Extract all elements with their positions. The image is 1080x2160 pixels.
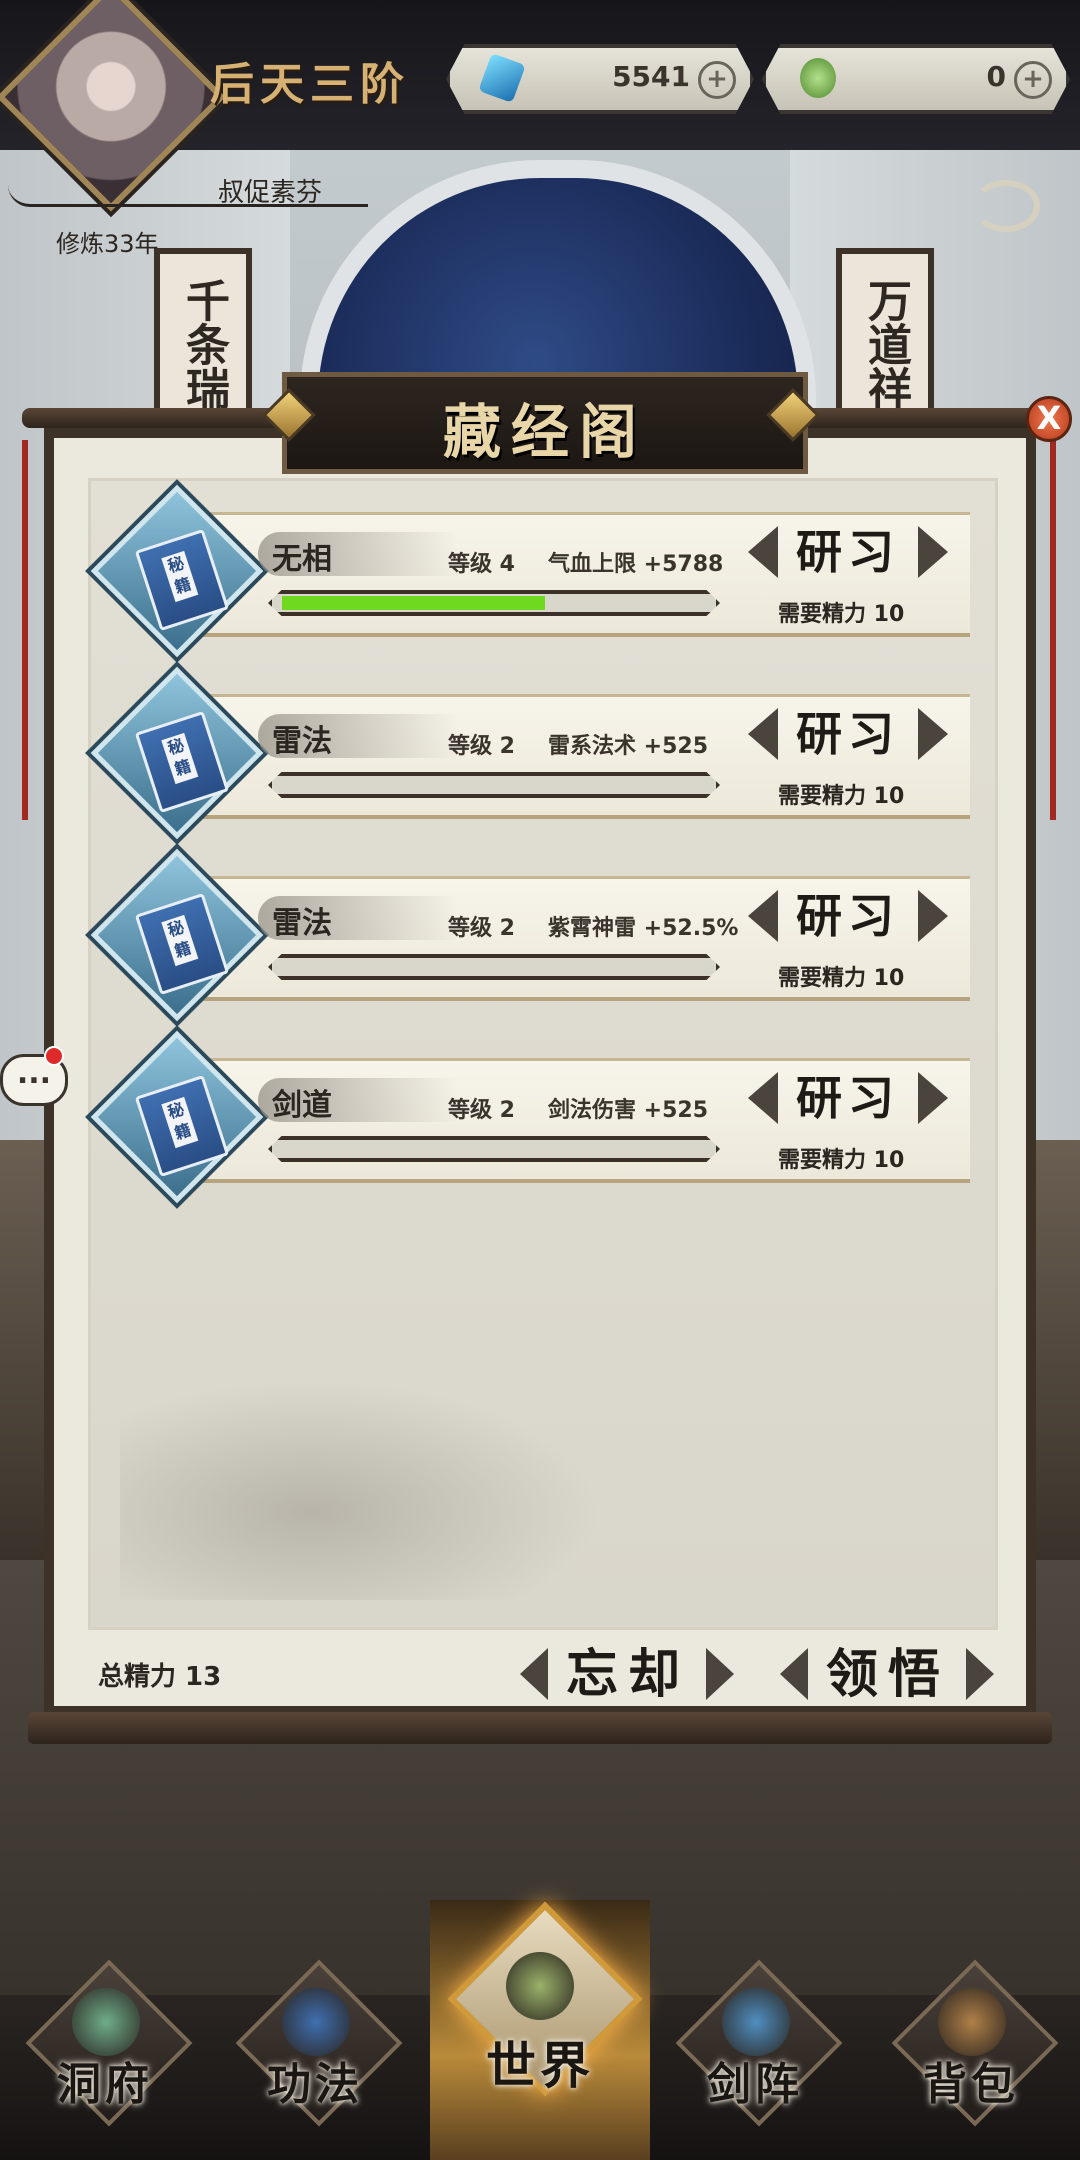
skill-effect: 剑法伤害 +525 bbox=[548, 1098, 709, 1123]
sword-array-icon bbox=[722, 1988, 790, 2056]
skill-progress-bar bbox=[268, 1136, 720, 1162]
book-label: 秘籍 bbox=[161, 732, 199, 785]
banner-right: 万道祥 bbox=[836, 248, 934, 434]
nav-label: 背包 bbox=[923, 2059, 1019, 2110]
skill-progress-fill bbox=[282, 596, 545, 610]
skill-effect: 雷系法术 +525 bbox=[548, 734, 709, 759]
nav-item-sword-array[interactable]: 剑阵 bbox=[660, 1959, 850, 2160]
cave-dwelling-icon bbox=[72, 1988, 140, 2056]
manual-book-icon bbox=[282, 1988, 350, 2056]
book-label: 秘籍 bbox=[161, 914, 199, 967]
scroll-roller-bottom bbox=[28, 1712, 1052, 1744]
jade-counter: 0 + bbox=[762, 44, 1070, 114]
cloud-swirl-icon bbox=[972, 180, 1040, 232]
spirit-stone-counter: 5541 + bbox=[446, 44, 754, 114]
rope-right bbox=[1050, 440, 1056, 820]
skill-effect: 紫霄神雷 +52.5% bbox=[548, 916, 739, 941]
bag-icon bbox=[938, 1988, 1006, 2056]
nav-item-world[interactable]: 世界 bbox=[430, 1900, 650, 2160]
skill-row: 秘籍 雷法 等级 2 紫霄神雷 +52.5% 研习 需要精力 10 bbox=[90, 848, 974, 1022]
skill-level: 等级 4 bbox=[448, 552, 515, 577]
skill-name: 无相 bbox=[272, 542, 332, 577]
study-button[interactable]: 研习 bbox=[746, 524, 950, 580]
add-spirit-stone-button[interactable]: + bbox=[698, 61, 736, 99]
nav-label: 世界 bbox=[486, 2036, 594, 2095]
study-button[interactable]: 研习 bbox=[746, 888, 950, 944]
notification-dot bbox=[44, 1046, 64, 1066]
ink-mountain-decoration bbox=[120, 1380, 600, 1600]
energy-cost: 需要精力 10 bbox=[778, 1148, 905, 1173]
realm-title: 后天三阶 bbox=[210, 59, 410, 110]
skill-name: 雷法 bbox=[272, 906, 332, 941]
skill-row: 秘籍 雷法 等级 2 雷系法术 +525 研习 需要精力 10 bbox=[90, 666, 974, 840]
comprehend-button[interactable]: 领悟 bbox=[778, 1640, 998, 1710]
close-button[interactable]: X bbox=[1026, 396, 1072, 442]
skill-row: 秘籍 剑道 等级 2 剑法伤害 +525 研习 需要精力 10 bbox=[90, 1030, 974, 1204]
study-button[interactable]: 研习 bbox=[746, 1070, 950, 1126]
skill-level: 等级 2 bbox=[448, 1098, 515, 1123]
cultivation-years: 修炼33年 bbox=[56, 230, 159, 258]
book-label: 秘籍 bbox=[161, 550, 199, 603]
forget-button[interactable]: 忘却 bbox=[518, 1640, 738, 1710]
jade-icon bbox=[800, 58, 836, 98]
spirit-stone-value: 5541 bbox=[612, 60, 690, 93]
add-jade-button[interactable]: + bbox=[1014, 61, 1052, 99]
skill-progress-bar bbox=[268, 772, 720, 798]
skill-level: 等级 2 bbox=[448, 916, 515, 941]
panel-title-plaque: 藏经阁 bbox=[282, 372, 808, 474]
skill-name: 剑道 bbox=[272, 1088, 332, 1123]
book-label: 秘籍 bbox=[161, 1096, 199, 1149]
energy-cost: 需要精力 10 bbox=[778, 602, 905, 627]
rope-left bbox=[22, 440, 28, 820]
nav-label: 洞府 bbox=[57, 2059, 153, 2110]
energy-cost: 需要精力 10 bbox=[778, 784, 905, 809]
panel-title: 藏经阁 bbox=[442, 398, 647, 466]
energy-cost: 需要精力 10 bbox=[778, 966, 905, 991]
banner-left: 千条瑞 bbox=[154, 248, 252, 434]
world-map-icon bbox=[506, 1952, 574, 2020]
skill-progress-bar bbox=[268, 954, 720, 980]
nickname: 叔促素芬 bbox=[218, 178, 323, 208]
nav-item-cave[interactable]: 洞府 bbox=[10, 1959, 200, 2160]
skill-row: 秘籍 无相 等级 4 气血上限 +5788 研习 需要精力 10 bbox=[90, 484, 974, 658]
spirit-stone-icon bbox=[478, 53, 526, 103]
skill-name: 雷法 bbox=[272, 724, 332, 759]
skill-level: 等级 2 bbox=[448, 734, 515, 759]
nav-label: 功法 bbox=[267, 2059, 363, 2110]
skill-progress-bar bbox=[268, 590, 720, 616]
nav-item-bag[interactable]: 背包 bbox=[876, 1959, 1066, 2160]
nav-item-manual[interactable]: 功法 bbox=[220, 1959, 410, 2160]
jade-value: 0 bbox=[986, 60, 1006, 93]
nav-label: 剑阵 bbox=[707, 2059, 803, 2110]
study-button[interactable]: 研习 bbox=[746, 706, 950, 762]
skill-effect: 气血上限 +5788 bbox=[548, 552, 724, 577]
total-energy: 总精力 13 bbox=[98, 1662, 222, 1692]
